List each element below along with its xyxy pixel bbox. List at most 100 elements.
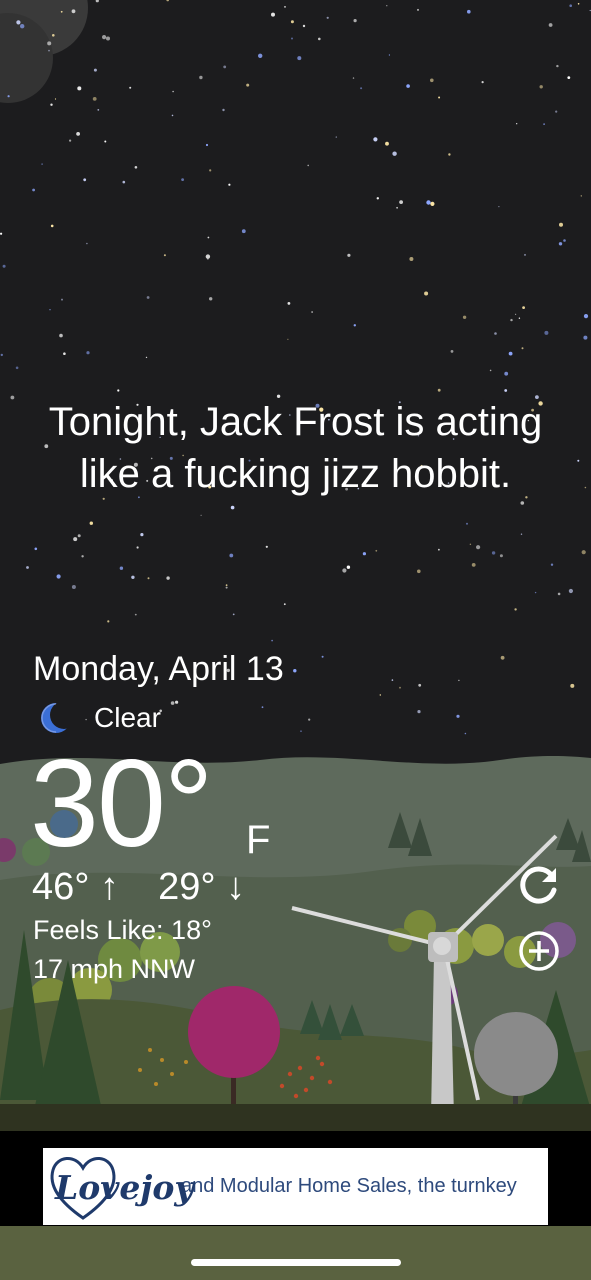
star	[134, 613, 137, 616]
star	[556, 64, 559, 68]
star	[544, 330, 549, 335]
star	[508, 351, 513, 356]
star	[10, 395, 15, 400]
star	[83, 178, 87, 182]
star	[15, 366, 19, 370]
star	[326, 16, 329, 19]
star	[514, 608, 517, 611]
high-temp: 46°	[32, 866, 90, 908]
star	[510, 318, 513, 322]
star	[548, 23, 553, 27]
star	[522, 306, 525, 309]
refresh-button[interactable]	[516, 862, 562, 908]
star	[534, 591, 537, 594]
star	[229, 553, 234, 558]
add-location-icon	[519, 931, 559, 971]
star	[89, 521, 94, 525]
star	[437, 388, 441, 392]
star	[54, 98, 57, 100]
star	[205, 254, 211, 259]
star	[342, 568, 347, 573]
star	[450, 350, 454, 353]
star	[291, 37, 293, 40]
add-location-button[interactable]	[516, 928, 562, 974]
star	[308, 718, 311, 721]
star	[228, 183, 231, 186]
star	[580, 195, 582, 197]
star	[92, 97, 97, 101]
star	[209, 297, 213, 301]
star	[318, 37, 321, 41]
star	[520, 501, 525, 505]
star	[466, 522, 468, 525]
star	[290, 20, 294, 24]
star	[63, 352, 66, 356]
star	[418, 683, 422, 687]
star	[86, 351, 90, 355]
home-indicator[interactable]	[191, 1259, 401, 1266]
star	[265, 545, 268, 548]
star	[360, 87, 363, 90]
star	[409, 257, 414, 261]
ad-logo-text: Lovejoy	[55, 1168, 194, 1207]
star	[34, 547, 38, 551]
bottom-ground	[0, 1226, 591, 1280]
star	[584, 486, 587, 489]
star	[399, 686, 401, 689]
star	[50, 224, 54, 228]
ad-text: and Modular Home Sales, the turnkey	[181, 1175, 517, 1197]
star	[567, 76, 571, 79]
star	[516, 123, 518, 125]
ad-banner[interactable]: Lovejoy and Modular Home Sales, the turn…	[43, 1148, 548, 1225]
star	[539, 85, 543, 89]
star	[205, 143, 209, 147]
star	[448, 153, 451, 156]
star	[494, 332, 497, 335]
star	[464, 732, 467, 735]
star	[181, 178, 185, 182]
star	[462, 315, 467, 319]
weather-screen: Tonight, Jack Frost is acting like a fuc…	[0, 0, 591, 1280]
star	[583, 314, 589, 319]
star	[7, 95, 10, 98]
star	[373, 137, 378, 142]
star	[200, 514, 202, 516]
star	[119, 566, 124, 570]
refresh-icon	[520, 866, 557, 904]
star	[481, 81, 484, 84]
star	[417, 8, 419, 11]
star	[271, 639, 273, 642]
star	[499, 554, 503, 558]
star	[225, 586, 228, 589]
star	[47, 41, 52, 46]
star	[417, 710, 421, 714]
star	[311, 311, 313, 313]
star	[353, 19, 357, 23]
star	[131, 575, 135, 579]
star	[302, 24, 306, 28]
star	[146, 296, 150, 299]
star	[134, 166, 138, 169]
star	[347, 253, 351, 257]
star	[471, 563, 476, 567]
star	[81, 555, 84, 558]
star	[498, 206, 500, 208]
star	[283, 603, 286, 606]
star	[77, 534, 81, 538]
star	[543, 123, 545, 125]
star	[122, 180, 126, 184]
star	[104, 140, 107, 143]
star	[568, 588, 574, 594]
star	[518, 317, 521, 319]
star	[426, 200, 431, 205]
star	[209, 169, 212, 172]
star	[521, 347, 524, 350]
star	[550, 563, 554, 566]
star	[166, 576, 170, 580]
star	[515, 313, 517, 315]
star	[391, 679, 394, 681]
star	[376, 197, 379, 200]
star	[559, 222, 563, 227]
star	[171, 114, 174, 117]
star	[557, 592, 561, 596]
